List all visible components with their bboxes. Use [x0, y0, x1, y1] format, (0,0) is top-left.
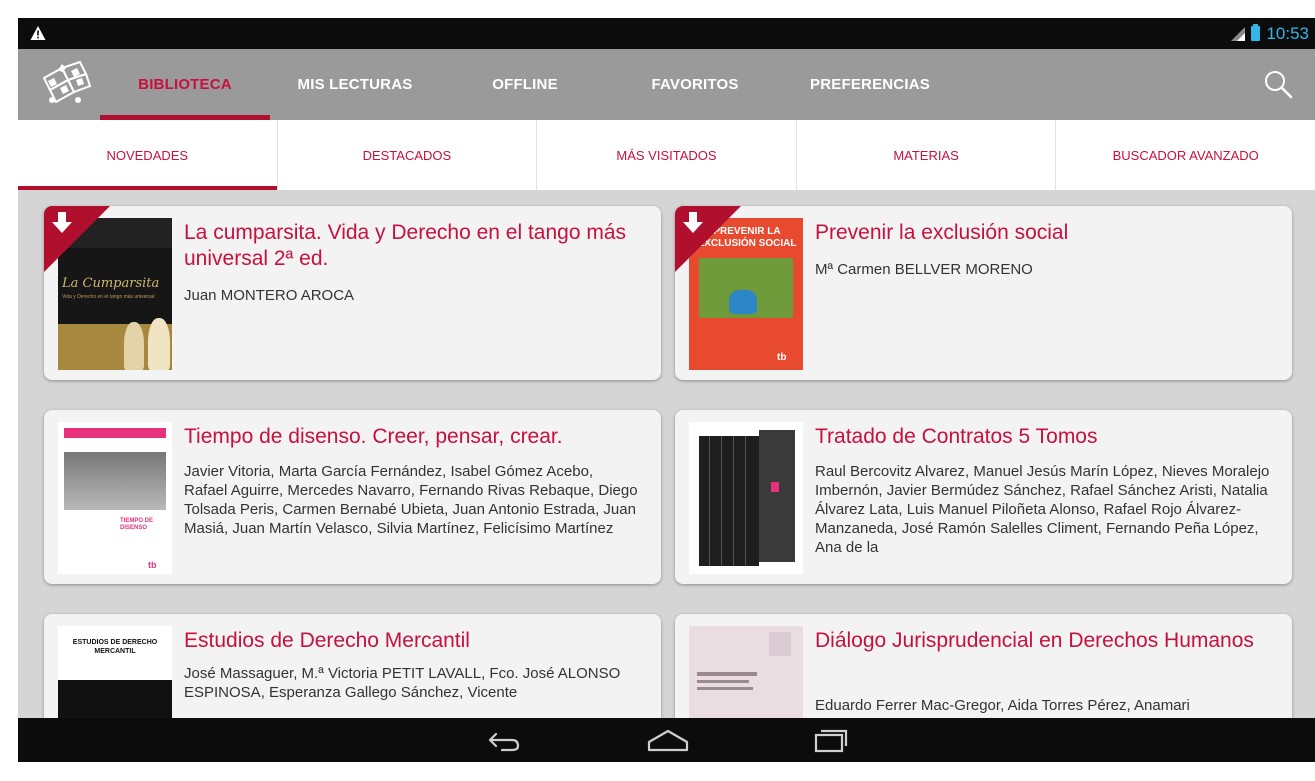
- book-card[interactable]: Diálogo Jurisprudencial en Derechos Huma…: [675, 614, 1292, 718]
- download-badge-icon[interactable]: [675, 206, 741, 272]
- home-icon[interactable]: [645, 726, 691, 754]
- book-title[interactable]: Estudios de Derecho Mercantil: [184, 628, 639, 654]
- subtab-mas-visitados[interactable]: MÁS VISITADOS: [537, 120, 797, 190]
- book-cover: [689, 422, 803, 574]
- cover-title: ESTUDIOS DE DERECHO MERCANTIL: [72, 639, 158, 655]
- subtab-materias[interactable]: MATERIAS: [797, 120, 1057, 190]
- recent-apps-icon[interactable]: [808, 726, 854, 754]
- search-icon[interactable]: [1263, 69, 1293, 99]
- tab-offline[interactable]: OFFLINE: [440, 49, 610, 120]
- book-cover: TIEMPO DE DISENSO tb: [58, 422, 172, 574]
- subtab-buscador-avanzado[interactable]: BUSCADOR AVANZADO: [1056, 120, 1315, 190]
- book-authors: Raul Bercovitz Alvarez, Manuel Jesús Mar…: [815, 463, 1270, 556]
- tab-biblioteca[interactable]: BIBLIOTECA: [100, 49, 270, 120]
- tab-label: OFFLINE: [492, 76, 558, 93]
- book-card[interactable]: PREVENIR LA EXCLUSIÓN SOCIAL tb Prevenir…: [675, 206, 1292, 380]
- app-window: 10:53 BIBLIOTECA MIS LECTURAS OFFLINE FA…: [18, 18, 1315, 762]
- tab-mis-lecturas[interactable]: MIS LECTURAS: [270, 49, 440, 120]
- back-icon[interactable]: [480, 726, 526, 754]
- navigation-bar: [18, 718, 1315, 762]
- publisher-badge: tb: [148, 560, 157, 570]
- subtab-destacados[interactable]: DESTACADOS: [278, 120, 538, 190]
- publisher-badge: tb: [777, 352, 787, 363]
- warning-icon: [30, 26, 46, 40]
- book-card[interactable]: ESTUDIOS DE DERECHO MERCANTIL Estudios d…: [44, 614, 661, 718]
- book-title[interactable]: Prevenir la exclusión social: [815, 220, 1270, 246]
- tab-label: MIS LECTURAS: [297, 76, 413, 93]
- cover-title: La Cumparsita: [62, 276, 160, 291]
- book-title[interactable]: Diálogo Jurisprudencial en Derechos Huma…: [815, 628, 1270, 654]
- book-authors: Javier Vitoria, Marta García Fernández, …: [184, 463, 638, 537]
- book-title[interactable]: La cumparsita. Vida y Derecho en el tang…: [184, 220, 639, 272]
- library-logo-icon[interactable]: [38, 58, 92, 112]
- sub-tabs: NOVEDADES DESTACADOS MÁS VISITADOS MATER…: [18, 120, 1315, 190]
- subtab-label: MATERIAS: [893, 147, 959, 163]
- book-title[interactable]: Tratado de Contratos 5 Tomos: [815, 424, 1270, 450]
- subtab-novedades[interactable]: NOVEDADES: [18, 120, 278, 190]
- signal-3g-icon: [1231, 26, 1246, 41]
- book-card[interactable]: Tratado de Contratos 5 Tomos Raul Bercov…: [675, 410, 1292, 584]
- book-cover: ESTUDIOS DE DERECHO MERCANTIL: [58, 626, 172, 718]
- download-badge-icon[interactable]: [44, 206, 110, 272]
- action-bar: BIBLIOTECA MIS LECTURAS OFFLINE FAVORITO…: [18, 49, 1315, 120]
- tab-label: BIBLIOTECA: [138, 76, 232, 93]
- book-cover: [689, 626, 803, 718]
- book-grid[interactable]: La Cumparsita Vida y Derecho en el tango…: [18, 190, 1315, 718]
- book-authors: Juan MONTERO AROCA: [184, 287, 355, 304]
- book-card[interactable]: TIEMPO DE DISENSO tb Tiempo de disenso. …: [44, 410, 661, 584]
- status-bar: 10:53: [18, 18, 1315, 49]
- subtab-label: DESTACADOS: [362, 147, 452, 163]
- subtab-label: BUSCADOR AVANZADO: [1112, 147, 1259, 163]
- subtab-label: MÁS VISITADOS: [616, 147, 717, 163]
- book-title[interactable]: Tiempo de disenso. Creer, pensar, crear.: [184, 424, 639, 450]
- tab-favoritos[interactable]: FAVORITOS: [610, 49, 780, 120]
- book-authors: Eduardo Ferrer Mac-Gregor, Aida Torres P…: [815, 697, 1190, 714]
- tab-label: FAVORITOS: [651, 76, 739, 93]
- subtab-label: NOVEDADES: [106, 147, 189, 163]
- cover-title: TIEMPO DE DISENSO: [120, 518, 154, 531]
- cover-subtitle: Vida y Derecho en el tango más universal: [62, 294, 155, 300]
- tab-preferencias[interactable]: PREFERENCIAS: [780, 49, 960, 120]
- status-indicators: 10:53: [1229, 22, 1309, 45]
- tab-label: PREFERENCIAS: [810, 76, 930, 93]
- battery-icon: [1251, 24, 1261, 41]
- main-tabs: BIBLIOTECA MIS LECTURAS OFFLINE FAVORITO…: [100, 49, 960, 120]
- book-authors: José Massaguer, M.ª Victoria PETIT LAVAL…: [184, 665, 621, 701]
- clock: 10:53: [1266, 23, 1309, 43]
- book-card[interactable]: La Cumparsita Vida y Derecho en el tango…: [44, 206, 661, 380]
- book-authors: Mª Carmen BELLVER MORENO: [815, 261, 1033, 278]
